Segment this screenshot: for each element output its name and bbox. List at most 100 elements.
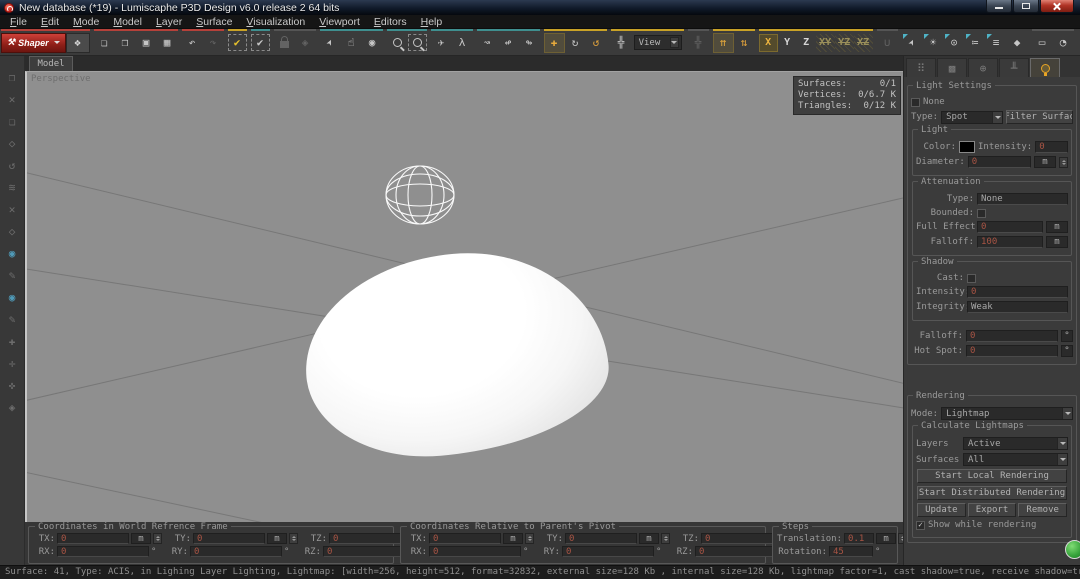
intensity-input[interactable]: 0 bbox=[1035, 141, 1068, 153]
walk-button[interactable]: λ bbox=[452, 33, 473, 53]
shadow-intensity-input[interactable]: 0 bbox=[967, 286, 1068, 298]
pan-button[interactable]: ☝ bbox=[341, 33, 362, 53]
rail-star-point-button[interactable]: ✜ bbox=[4, 378, 21, 393]
camera-path-lock-button[interactable]: ↫ bbox=[498, 33, 519, 53]
hierarchy-alt-button[interactable]: ╬ bbox=[688, 33, 709, 53]
rail-copy-button[interactable]: ❐ bbox=[4, 70, 21, 85]
integrity-input[interactable]: Weak bbox=[967, 301, 1068, 313]
axis-xy-button[interactable]: XY bbox=[816, 34, 835, 52]
rail-add-point-button[interactable]: ✚ bbox=[4, 334, 21, 349]
fly-button[interactable]: ✈ bbox=[431, 33, 452, 53]
ty-stepper[interactable] bbox=[661, 533, 670, 544]
rail-remove-point-button[interactable]: ✛ bbox=[4, 356, 21, 371]
tab-hierarchy[interactable]: ╨ bbox=[999, 58, 1029, 77]
pick-cursor-button[interactable]: ➤ bbox=[902, 33, 923, 53]
tab-light[interactable] bbox=[1030, 58, 1060, 77]
rx-input[interactable]: 0 bbox=[429, 546, 521, 557]
arrange-swap-button[interactable]: ⇅ bbox=[734, 33, 755, 53]
camera-path-play-button[interactable]: ↬ bbox=[519, 33, 540, 53]
visibility-button[interactable]: ⊙ bbox=[944, 33, 965, 53]
axis-x-button[interactable]: X bbox=[759, 34, 778, 52]
new-file-button[interactable]: ❏ bbox=[94, 33, 115, 53]
show-while-rendering-checkbox[interactable]: ✓ bbox=[916, 521, 925, 530]
ry-input[interactable]: 0 bbox=[190, 546, 282, 557]
full-effect-unit[interactable]: m bbox=[1046, 221, 1068, 233]
orbit-button[interactable]: ◉ bbox=[362, 33, 383, 53]
rail-edit-button[interactable]: ✎ bbox=[4, 268, 21, 283]
lock-button[interactable] bbox=[274, 33, 295, 53]
remove-button[interactable]: Remove bbox=[1018, 503, 1067, 517]
rail-cut-button[interactable]: ✕ bbox=[4, 92, 21, 107]
save-all-button[interactable]: ▦ bbox=[157, 33, 178, 53]
menu-edit[interactable]: Edit bbox=[34, 16, 66, 28]
light-type-dropdown[interactable]: Spot bbox=[941, 111, 1003, 124]
attenuation-falloff-unit[interactable]: m bbox=[1046, 236, 1068, 248]
notification-badge[interactable] bbox=[1065, 540, 1080, 559]
ry-input[interactable]: 0 bbox=[562, 546, 654, 557]
arrange-up-button[interactable]: ⇈ bbox=[713, 33, 734, 53]
filter-surfaces-button[interactable]: Filter Surfac bbox=[1006, 110, 1073, 124]
menu-visualization[interactable]: Visualization bbox=[239, 16, 312, 28]
ty-input[interactable]: 0 bbox=[193, 533, 265, 544]
rail-delete-button[interactable]: ✕ bbox=[4, 202, 21, 217]
menu-help[interactable]: Help bbox=[414, 16, 450, 28]
wireframe-sphere[interactable] bbox=[383, 164, 457, 228]
menu-layer[interactable]: Layer bbox=[149, 16, 189, 28]
start-distributed-rendering-button[interactable]: Start Distributed Rendering bbox=[917, 486, 1067, 500]
maximize-button[interactable] bbox=[1013, 0, 1039, 13]
attenuation-falloff-input[interactable]: 100 bbox=[977, 236, 1043, 248]
shaper-button[interactable]: ⚒Shaper bbox=[1, 33, 66, 53]
update-button[interactable]: Update bbox=[917, 503, 966, 517]
tx-unit[interactable]: m bbox=[131, 533, 151, 544]
translation-input[interactable]: 0.1 bbox=[844, 533, 874, 544]
layers-dropdown[interactable]: Active bbox=[963, 437, 1068, 450]
ty-input[interactable]: 0 bbox=[565, 533, 637, 544]
rx-input[interactable]: 0 bbox=[57, 546, 149, 557]
gauge-button[interactable]: ◔ bbox=[1053, 33, 1074, 53]
rail-gizmo-button[interactable]: ◈ bbox=[4, 400, 21, 415]
minimize-button[interactable] bbox=[986, 0, 1012, 13]
paint-bucket-button[interactable]: ❖ bbox=[66, 33, 90, 53]
tab-pivot[interactable]: ⊕ bbox=[968, 58, 998, 77]
save-button[interactable]: ▣ bbox=[136, 33, 157, 53]
export-button[interactable]: Export bbox=[968, 503, 1017, 517]
tx-stepper[interactable] bbox=[153, 533, 162, 544]
tag-button[interactable]: ◆ bbox=[1007, 33, 1028, 53]
diameter-stepper[interactable] bbox=[1059, 157, 1068, 168]
rail-pivot-button[interactable]: ◇ bbox=[4, 136, 21, 151]
tx-input[interactable]: 0 bbox=[57, 533, 129, 544]
hierarchy-button[interactable]: ╬ bbox=[611, 33, 632, 53]
translation-unit[interactable]: m bbox=[876, 533, 896, 544]
zoom-button[interactable] bbox=[387, 33, 408, 53]
mode-dropdown[interactable]: Lightmap bbox=[941, 407, 1073, 420]
ty-stepper[interactable] bbox=[289, 533, 298, 544]
rail-show-button[interactable]: ◉ bbox=[4, 246, 21, 261]
tab-materials[interactable]: ⠿ bbox=[906, 58, 936, 77]
surfaces-dropdown[interactable]: All bbox=[963, 453, 1068, 466]
redo-button[interactable]: ↷ bbox=[203, 33, 224, 53]
zoom-region-button[interactable] bbox=[408, 34, 427, 51]
rail-snap-button[interactable]: ◇ bbox=[4, 224, 21, 239]
tab-model[interactable]: Model bbox=[29, 56, 73, 71]
ruler-button[interactable]: ▭ bbox=[1032, 33, 1053, 53]
rail-paste-button[interactable]: ❏ bbox=[4, 114, 21, 129]
rail-isolate-button[interactable]: ◉ bbox=[4, 290, 21, 305]
spot-falloff-input[interactable]: 0 bbox=[966, 330, 1058, 342]
ty-unit[interactable]: m bbox=[639, 533, 659, 544]
list-button[interactable]: ≡ bbox=[986, 33, 1007, 53]
menu-editors[interactable]: Editors bbox=[367, 16, 414, 28]
tz-input[interactable]: 0 bbox=[329, 533, 401, 544]
tx-unit[interactable]: m bbox=[503, 533, 523, 544]
axis-y-button[interactable]: Y bbox=[778, 34, 797, 52]
undo-button[interactable]: ↶ bbox=[182, 33, 203, 53]
select-confirm-button[interactable]: ✔ bbox=[228, 34, 247, 51]
axis-z-button[interactable]: Z bbox=[797, 34, 816, 52]
ty-unit[interactable]: m bbox=[267, 533, 287, 544]
select-marquee-button[interactable]: ✔ bbox=[251, 34, 270, 51]
hot-spot-input[interactable]: 0 bbox=[966, 345, 1058, 357]
translate-button[interactable]: ✚ bbox=[544, 33, 565, 53]
diameter-unit[interactable]: m bbox=[1034, 156, 1056, 168]
tools-list-button[interactable]: ≔ bbox=[965, 33, 986, 53]
diameter-input[interactable]: 0 bbox=[968, 156, 1031, 168]
menu-mode[interactable]: Mode bbox=[66, 16, 106, 28]
